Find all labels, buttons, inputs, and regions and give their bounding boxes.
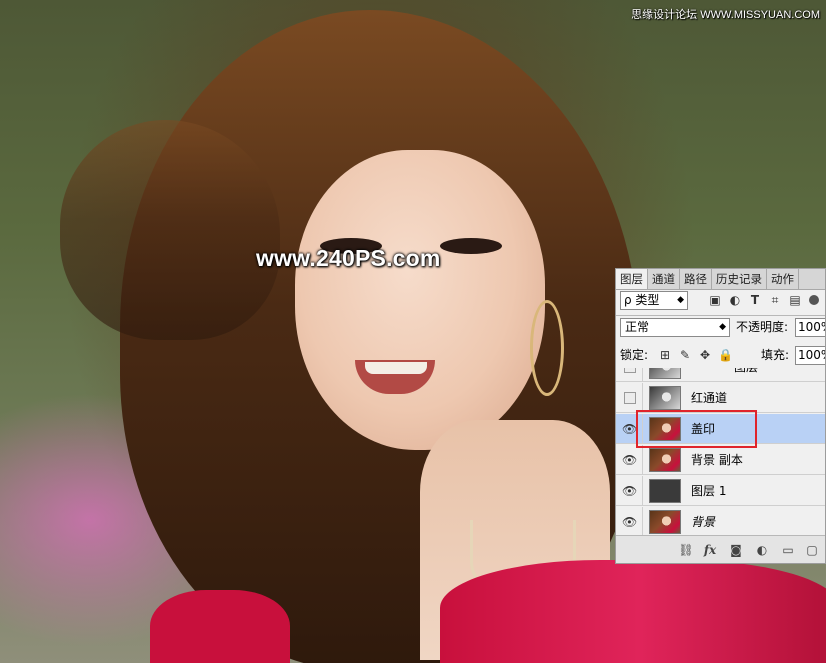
- filter-toggle-icon[interactable]: [809, 295, 819, 305]
- blend-mode-select[interactable]: 正常 ◆: [620, 318, 730, 337]
- layer-thumbnail: [649, 448, 681, 472]
- image-filter-icon[interactable]: ▣: [708, 293, 722, 307]
- lock-row: 锁定: ⊞ ✎ ✥ 🔒 填充: 100%: [620, 346, 825, 368]
- divider: [616, 315, 825, 316]
- layer-name: 背景 副本: [691, 453, 743, 467]
- teeth: [365, 362, 427, 374]
- red-sleeve: [150, 590, 290, 663]
- eye-icon[interactable]: 👁: [622, 453, 637, 467]
- fill-label: 填充:: [761, 348, 790, 362]
- layer-name: 红通道: [691, 391, 728, 405]
- layer-name: 图层 1: [691, 484, 727, 498]
- lock-brush-icon[interactable]: ✎: [678, 348, 692, 362]
- layer-thumbnail: [649, 510, 681, 534]
- adjustment-layer-icon[interactable]: ◐: [754, 542, 770, 558]
- blend-mode-arrow-icon: ◆: [719, 322, 726, 332]
- tab-channels[interactable]: 通道: [648, 269, 680, 289]
- face-shape: [295, 150, 545, 450]
- new-layer-icon[interactable]: ▢: [804, 542, 820, 558]
- eye-icon[interactable]: 👁: [622, 515, 637, 529]
- layer-row[interactable]: 👁 背景: [616, 507, 825, 535]
- layer-thumbnail: [649, 368, 681, 379]
- lock-label: 锁定:: [620, 348, 649, 362]
- visibility-toggle[interactable]: [624, 368, 636, 373]
- tab-layers[interactable]: 图层: [616, 269, 648, 289]
- layer-row[interactable]: 👁 背景 副本: [616, 445, 825, 475]
- layer-row[interactable]: 红通道: [616, 383, 825, 413]
- opacity-label: 不透明度:: [736, 320, 789, 334]
- link-layers-icon[interactable]: ⛓: [678, 542, 694, 558]
- layers-list: 图层 红通道 👁 盖印 👁 背景 副本 👁 图层 1 👁: [616, 368, 825, 535]
- divider: [642, 368, 643, 382]
- lock-all-icon[interactable]: 🔒: [718, 348, 733, 362]
- fx-icon[interactable]: fx: [702, 542, 718, 558]
- divider: [642, 383, 643, 413]
- right-eye: [440, 238, 502, 254]
- panel-tabs: 图层 通道 路径 历史记录 动作: [616, 269, 825, 290]
- kind-filter-label: ρ 类型: [624, 293, 660, 307]
- kind-filter-arrow-icon: ◆: [677, 295, 684, 305]
- layer-thumbnail: [649, 479, 681, 503]
- blend-mode-value: 正常: [625, 320, 650, 334]
- type-filter-icon[interactable]: T: [748, 293, 762, 307]
- highlight-box: [636, 410, 757, 448]
- divider: [642, 476, 643, 506]
- visibility-toggle[interactable]: [624, 392, 636, 404]
- divider: [642, 445, 643, 475]
- lock-transparent-icon[interactable]: ⊞: [658, 348, 672, 362]
- eye-icon[interactable]: 👁: [622, 484, 637, 498]
- panel-footer: ⛓ fx ◙ ◐ ▭ ▢: [616, 535, 825, 563]
- red-dress: [440, 560, 826, 663]
- opacity-input[interactable]: 100%: [795, 318, 825, 337]
- blend-row: 正常 ◆ 不透明度: 100%: [620, 318, 825, 340]
- filter-row: ρ 类型 ◆ ▣ ◐ T ⌗ ▤: [620, 291, 825, 313]
- lock-move-icon[interactable]: ✥: [698, 348, 712, 362]
- tab-history[interactable]: 历史记录: [712, 269, 767, 289]
- tab-actions[interactable]: 动作: [767, 269, 799, 289]
- shape-filter-icon[interactable]: ⌗: [768, 293, 782, 307]
- fill-input[interactable]: 100%: [795, 346, 825, 365]
- eye-icon[interactable]: 👁: [622, 422, 637, 436]
- group-folder-icon[interactable]: ▭: [780, 542, 796, 558]
- layer-name: 图层: [734, 368, 758, 375]
- layer-row[interactable]: 👁 图层 1: [616, 476, 825, 506]
- watermark-center: www.240PS.com: [256, 245, 441, 271]
- smart-object-filter-icon[interactable]: ▤: [788, 293, 802, 307]
- divider: [642, 507, 643, 535]
- layer-row[interactable]: 图层: [616, 368, 825, 382]
- watermark-corner: 思缘设计论坛 WWW.MISSYUAN.COM: [631, 9, 820, 21]
- mask-icon[interactable]: ◙: [728, 542, 744, 558]
- adjustment-filter-icon[interactable]: ◐: [728, 293, 742, 307]
- kind-filter-select[interactable]: ρ 类型 ◆: [620, 291, 688, 310]
- layer-name: 背景: [691, 515, 716, 529]
- tab-paths[interactable]: 路径: [680, 269, 712, 289]
- earring: [530, 300, 564, 396]
- layer-thumbnail: [649, 386, 681, 410]
